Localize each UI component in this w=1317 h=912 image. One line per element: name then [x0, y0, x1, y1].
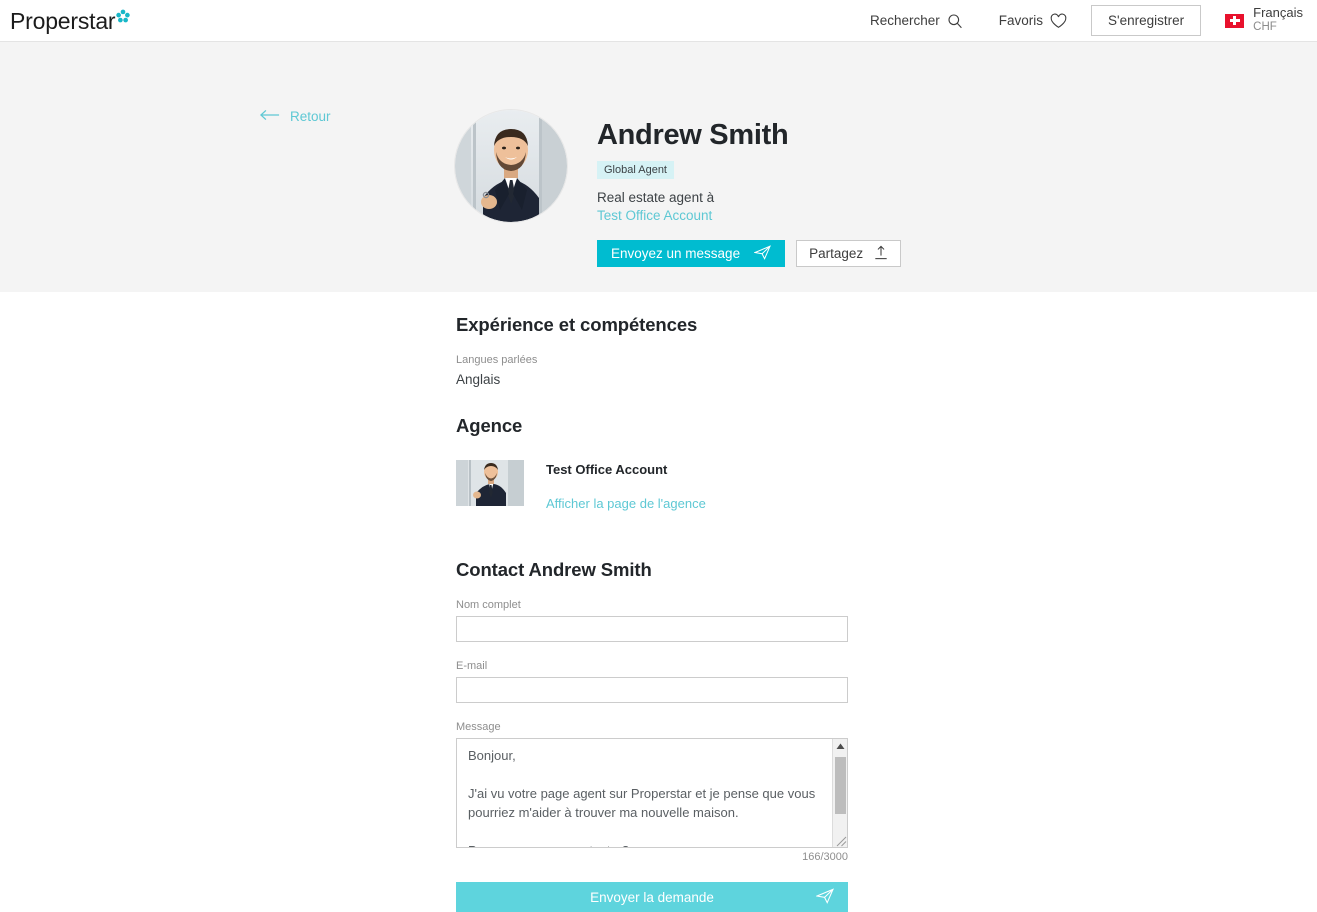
message-label: Message [456, 721, 501, 733]
share-upload-icon [874, 245, 888, 263]
back-link[interactable]: Retour [259, 109, 331, 124]
main-content: Expérience et compétences Langues parlée… [0, 292, 1317, 912]
agency-name: Test Office Account [546, 462, 668, 477]
textarea-scrollbar[interactable] [832, 739, 847, 847]
fullname-input[interactable] [456, 616, 848, 642]
experience-section: Expérience et compétences Langues parlée… [456, 314, 1317, 387]
logo[interactable]: Properstar [10, 7, 131, 34]
scrollbar-thumb[interactable] [834, 757, 846, 814]
agency-title: Agence [456, 415, 523, 436]
language-texts: Français CHF [1253, 5, 1303, 34]
status-badge: Global Agent [597, 161, 674, 179]
site-header: Properstar Rechercher Favoris S'enregist… [0, 0, 1317, 42]
search-icon[interactable] [947, 13, 963, 29]
agent-role: Real estate agent à [597, 190, 715, 205]
paper-plane-icon [815, 888, 835, 907]
swiss-flag-icon [1225, 13, 1245, 28]
share-label: Partagez [809, 246, 864, 261]
language-selector[interactable]: Français CHF [1225, 5, 1303, 34]
contact-title: Contact Andrew Smith [456, 559, 652, 580]
hero-banner: Retour Andrew Smith Global Agent Real es… [0, 42, 1317, 292]
search-label: Rechercher [869, 13, 940, 28]
agent-info: Andrew Smith Global Agent Real estate ag… [597, 110, 902, 267]
languages-label: Langues parlées [456, 354, 538, 366]
experience-title: Expérience et compétences [456, 314, 698, 335]
email-label: E-mail [456, 660, 488, 672]
message-textarea-wrapper [456, 738, 848, 848]
agency-section: Agence Test Office Account Afficher la p… [456, 415, 1317, 511]
arrow-left-icon [259, 109, 280, 124]
currency-code: CHF [1253, 21, 1277, 34]
search-link[interactable]: Rechercher [852, 13, 981, 29]
send-message-label: Envoyez un message [611, 246, 741, 261]
hero-buttons: Envoyez un message Partagez [597, 240, 902, 267]
agency-page-link[interactable]: Afficher la page de l'agence [546, 496, 706, 511]
agency-thumbnail [456, 460, 524, 506]
language-name: Français [1253, 5, 1303, 21]
languages-value: Anglais [456, 372, 501, 387]
agent-summary: Andrew Smith Global Agent Real estate ag… [455, 110, 902, 267]
star-flower-icon [116, 9, 131, 23]
agency-row: Test Office Account Afficher la page de … [456, 460, 1317, 511]
submit-label: Envoyer la demande [590, 889, 714, 905]
send-message-button[interactable]: Envoyez un message [597, 240, 786, 267]
email-input[interactable] [456, 677, 848, 703]
message-input[interactable] [456, 738, 848, 848]
resize-grip-icon[interactable] [833, 833, 847, 847]
favorites-label: Favoris [998, 13, 1044, 28]
fullname-label: Nom complet [456, 599, 521, 611]
logo-text: Properstar [10, 7, 116, 34]
paper-plane-icon [753, 244, 772, 263]
header-actions: Rechercher Favoris S'enregistrer Françai… [852, 5, 1303, 36]
contact-section: Contact Andrew Smith Nom complet E-mail … [456, 559, 1317, 912]
heart-icon[interactable] [1050, 13, 1067, 29]
avatar [455, 110, 567, 222]
hero-agency-link[interactable]: Test Office Account [597, 207, 901, 224]
agency-details: Test Office Account Afficher la page de … [546, 460, 706, 511]
scroll-up-icon[interactable] [833, 739, 848, 754]
scrollbar-track[interactable] [833, 754, 848, 832]
character-counter: 166/3000 [802, 851, 848, 863]
agent-name: Andrew Smith [597, 119, 789, 151]
share-button[interactable]: Partagez [796, 240, 902, 267]
back-label: Retour [290, 109, 331, 124]
favorites-link[interactable]: Favoris [981, 13, 1085, 29]
register-button[interactable]: S'enregistrer [1091, 5, 1202, 36]
contact-form: Nom complet E-mail Message Bonjour, J'ai… [456, 599, 848, 912]
submit-request-button[interactable]: Envoyer la demande [456, 882, 848, 912]
